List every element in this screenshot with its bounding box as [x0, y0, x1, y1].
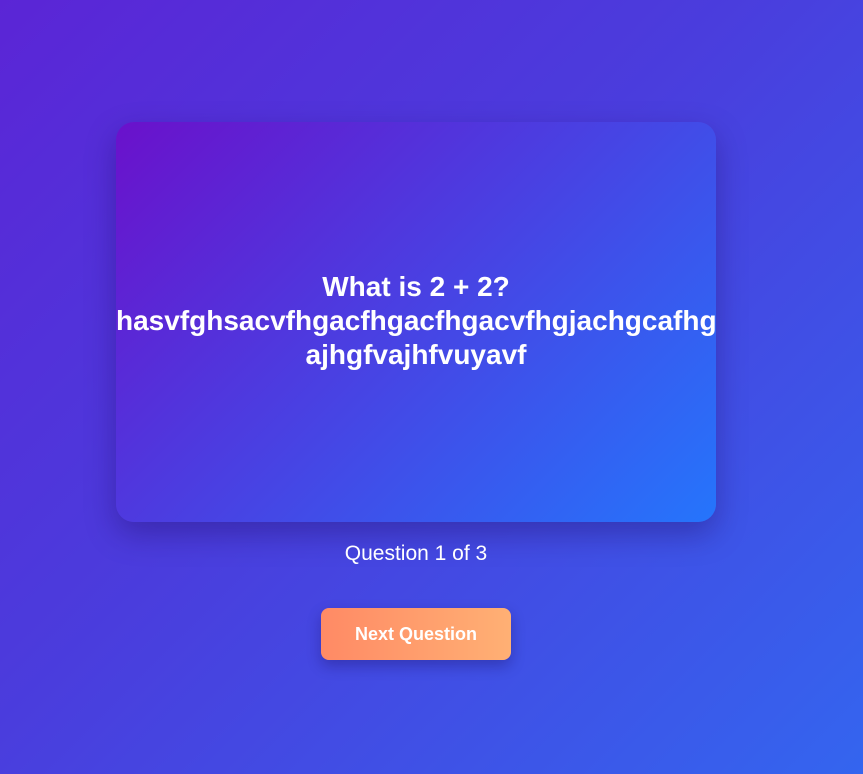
question-counter: Question 1 of 3 [344, 542, 488, 565]
next-question-button[interactable]: Next Question [321, 608, 511, 660]
question-text: What is 2 + 2? hasvfghsacvfhgacfhgacfhga… [116, 271, 716, 370]
flashcard[interactable]: What is 2 + 2? hasvfghsacvfhgacfhgacfhga… [116, 122, 716, 522]
